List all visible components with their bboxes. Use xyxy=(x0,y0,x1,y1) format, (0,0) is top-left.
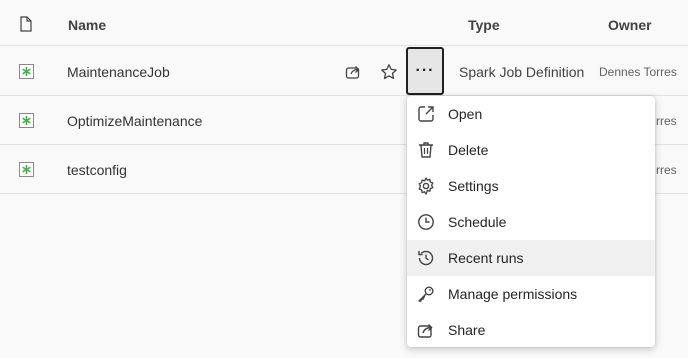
menu-item-label: Schedule xyxy=(448,214,507,230)
menu-item-settings[interactable]: Settings xyxy=(407,168,655,204)
trash-icon xyxy=(419,142,433,158)
key-icon xyxy=(418,286,434,302)
menu-item-label: Delete xyxy=(448,142,489,158)
menu-item-share[interactable]: Share xyxy=(407,312,655,348)
menu-item-open[interactable]: Open xyxy=(407,96,655,132)
item-owner: rres xyxy=(656,114,677,128)
gear-icon xyxy=(418,177,434,195)
share-icon xyxy=(417,324,433,338)
menu-item-label: Recent runs xyxy=(448,250,524,266)
more-options-button[interactable]: ··· xyxy=(406,47,444,95)
menu-item-delete[interactable]: Delete xyxy=(407,132,655,168)
context-menu: Open Delete Settings Schedule Recent run… xyxy=(407,96,655,347)
star-icon[interactable] xyxy=(378,61,400,83)
history-icon xyxy=(418,250,434,266)
spark-job-icon xyxy=(19,113,34,128)
item-owner: Dennes Torres xyxy=(599,65,677,79)
item-name[interactable]: OptimizeMaintenance xyxy=(67,113,202,129)
name-column-header[interactable]: Name xyxy=(68,17,106,33)
table-row[interactable]: MaintenanceJob ··· Spark Job Definition … xyxy=(0,47,688,96)
menu-item-label: Open xyxy=(448,106,483,122)
clock-icon xyxy=(418,214,434,230)
open-external-icon xyxy=(418,106,434,122)
list-header: Name Type Owner xyxy=(0,0,688,46)
share-icon[interactable] xyxy=(342,61,364,83)
spark-job-icon xyxy=(19,64,34,79)
menu-item-schedule[interactable]: Schedule xyxy=(407,204,655,240)
type-column-header[interactable]: Type xyxy=(468,17,500,33)
document-icon xyxy=(20,16,32,32)
menu-item-label: Share xyxy=(448,322,486,338)
menu-item-label: Manage permissions xyxy=(448,286,578,302)
menu-item-manage-permissions[interactable]: Manage permissions xyxy=(407,276,655,312)
menu-item-recent-runs[interactable]: Recent runs xyxy=(407,240,655,276)
menu-item-label: Settings xyxy=(448,178,499,194)
spark-job-icon xyxy=(19,162,34,177)
item-owner: rres xyxy=(656,163,677,177)
item-type: Spark Job Definition xyxy=(459,64,585,80)
item-name[interactable]: testconfig xyxy=(67,162,127,178)
item-name[interactable]: MaintenanceJob xyxy=(67,64,170,80)
owner-column-header[interactable]: Owner xyxy=(608,17,652,33)
